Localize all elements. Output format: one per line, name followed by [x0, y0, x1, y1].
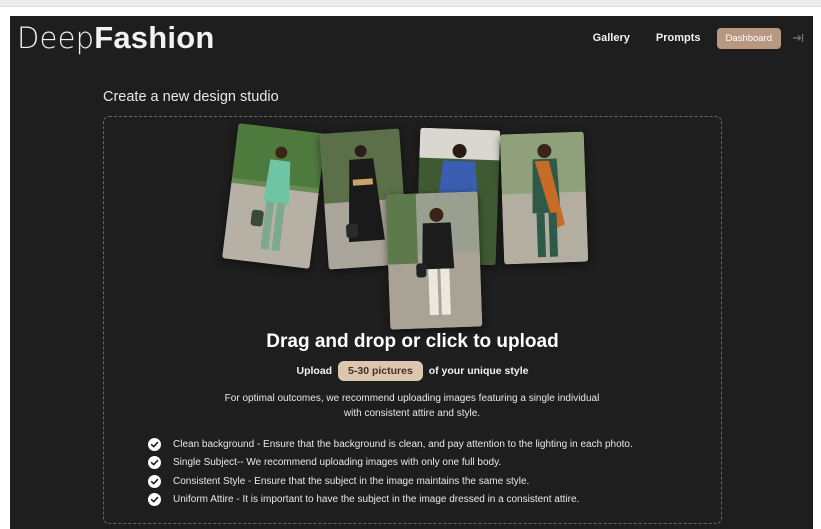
checklist-item-text: Consistent Style - Ensure that the subje… — [173, 475, 530, 487]
nav-gallery[interactable]: Gallery — [583, 27, 640, 49]
photo-orange-scarf-model — [499, 131, 589, 265]
upload-count-prefix: Upload — [296, 365, 333, 377]
nav-prompts[interactable]: Prompts — [646, 27, 711, 49]
checklist-item: Clean background - Ensure that the backg… — [148, 435, 633, 454]
checklist-item: Single Subject-- We recommend uploading … — [148, 454, 633, 473]
page-title: Create a new design studio — [103, 89, 279, 105]
requirements-checklist: Clean background - Ensure that the backg… — [148, 435, 633, 509]
brand-logo[interactable]: DeepFashion — [17, 20, 214, 56]
check-circle-icon — [148, 493, 161, 507]
top-nav: Gallery Prompts Dashboard — [583, 27, 805, 49]
checklist-item-text: Clean background - Ensure that the backg… — [173, 438, 633, 450]
photo-black-blazer-model — [385, 191, 483, 330]
photo-green-suit-model — [222, 123, 326, 269]
upload-count-line: Upload 5-30 pictures of your unique styl… — [104, 361, 721, 381]
check-circle-icon — [148, 474, 161, 488]
brand-logo-light: Deep — [17, 21, 95, 55]
checklist-item: Uniform Attire - It is important to have… — [148, 491, 633, 510]
checklist-item-text: Single Subject-- We recommend uploading … — [173, 457, 502, 469]
check-circle-icon — [148, 456, 161, 470]
brand-logo-bold: Fashion — [94, 20, 215, 55]
upload-hint: For optimal outcomes, we recommend uploa… — [224, 393, 600, 419]
check-circle-icon — [148, 437, 161, 451]
logout-icon[interactable] — [791, 31, 805, 45]
nav-dashboard[interactable]: Dashboard — [716, 27, 781, 49]
checklist-item-text: Uniform Attire - It is important to have… — [173, 494, 580, 506]
app-window: DeepFashion Gallery Prompts Dashboard Cr… — [10, 16, 813, 529]
upload-count-pill: 5-30 pictures — [338, 361, 423, 381]
upload-headline: Drag and drop or click to upload — [266, 331, 559, 352]
upload-dropzone[interactable]: Drag and drop or click to upload Upload … — [103, 116, 722, 524]
browser-top-strip — [0, 0, 821, 7]
upload-count-suffix: of your unique style — [428, 365, 529, 377]
checklist-item: Consistent Style - Ensure that the subje… — [148, 472, 633, 491]
